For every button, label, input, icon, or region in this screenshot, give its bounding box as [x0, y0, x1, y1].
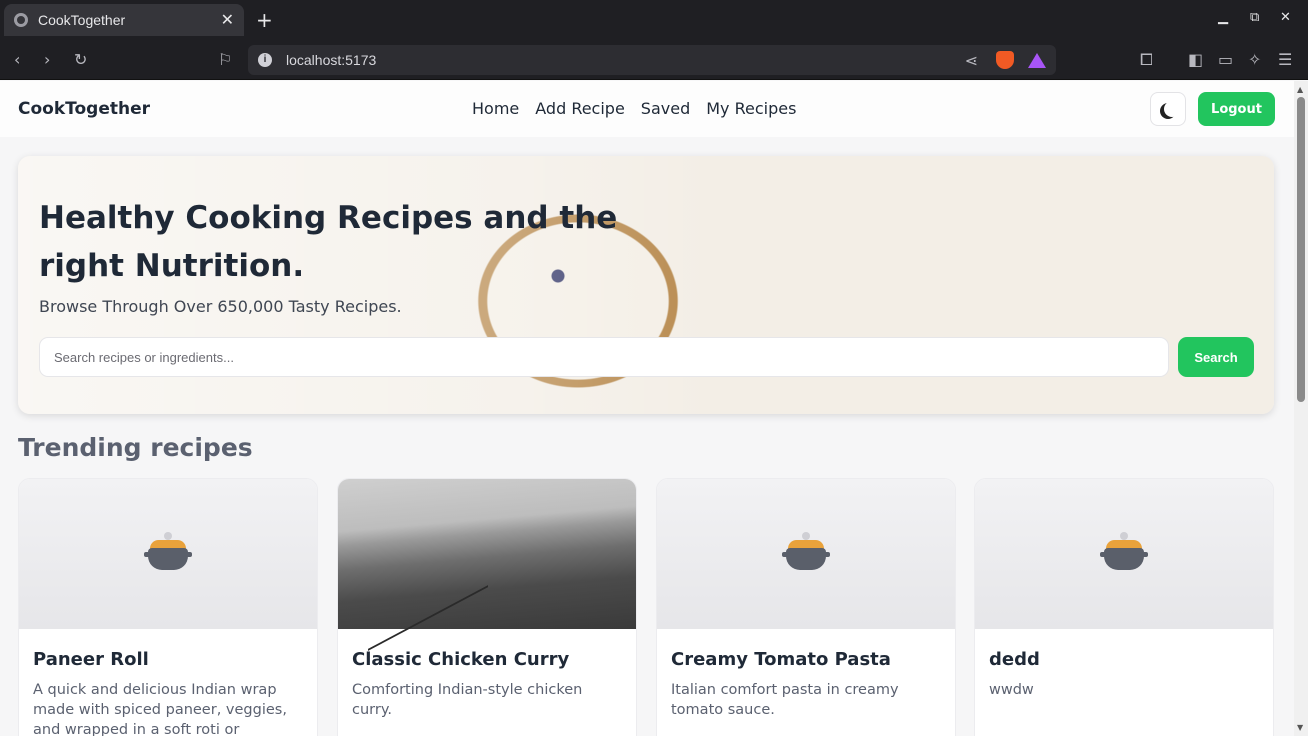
browser-toolbar: ‹ › ↻ ⚐ i localhost:5173 ⋖ ⧠ ◧ ▭ ✧ ☰	[0, 40, 1308, 80]
scrollbar-thumb[interactable]	[1297, 97, 1305, 402]
recipe-card[interactable]: dedd wwdw	[974, 478, 1274, 736]
hero-title: Healthy Cooking Recipes and the right Nu…	[39, 200, 618, 284]
recipe-card[interactable]: Classic Chicken Curry Comforting Indian-…	[337, 478, 637, 736]
recipe-image	[19, 479, 317, 629]
url-text: localhost:5173	[286, 52, 377, 68]
recipe-image	[657, 479, 955, 629]
pot-icon	[1100, 532, 1148, 572]
address-bar[interactable]: i localhost:5173 ⋖	[248, 45, 1056, 75]
recipe-image	[975, 479, 1273, 629]
globe-icon	[14, 13, 28, 27]
recipe-title: dedd	[989, 649, 1040, 670]
recipe-image	[338, 479, 636, 651]
recipe-description: Comforting Indian-style chicken curry.	[352, 682, 583, 718]
recipe-description: wwdw	[989, 682, 1034, 698]
brand-logo[interactable]: CookTogether	[18, 99, 150, 119]
window-close-icon[interactable]: ✕	[1280, 10, 1291, 25]
nav-home[interactable]: Home	[472, 99, 519, 118]
screenshot-icon[interactable]: ⧠	[1140, 50, 1153, 70]
recipe-title: Paneer Roll	[33, 649, 149, 670]
reload-icon[interactable]: ↻	[74, 50, 87, 69]
logout-button[interactable]: Logout	[1198, 92, 1275, 126]
scroll-down-icon[interactable]: ▼	[1297, 723, 1303, 732]
share-icon[interactable]: ⋖	[965, 51, 978, 70]
page-viewport: CookTogether Home Add Recipe Saved My Re…	[0, 81, 1294, 736]
recipe-description: Italian comfort pasta in creamy tomato s…	[671, 682, 899, 718]
recipe-title: Classic Chicken Curry	[352, 649, 570, 670]
nav-links: Home Add Recipe Saved My Recipes	[472, 99, 796, 118]
pot-icon	[782, 532, 830, 572]
site-info-icon[interactable]: i	[258, 53, 272, 67]
nav-saved[interactable]: Saved	[641, 99, 690, 118]
browser-tab-bar: CookTogether ✕ + ▁ ⧉ ✕	[0, 0, 1308, 40]
app-navbar: CookTogether Home Add Recipe Saved My Re…	[0, 81, 1294, 137]
brave-rewards-icon[interactable]	[1028, 52, 1046, 68]
theme-toggle-button[interactable]	[1150, 92, 1186, 126]
page-scrollbar[interactable]: ▲ ▼	[1294, 81, 1308, 736]
hero-subtitle: Browse Through Over 650,000 Tasty Recipe…	[39, 297, 402, 316]
trending-title: Trending recipes	[18, 433, 253, 462]
pot-icon	[144, 532, 192, 572]
nav-my-recipes[interactable]: My Recipes	[706, 99, 796, 118]
recipe-description: A quick and delicious Indian wrap made w…	[33, 682, 287, 736]
leo-ai-icon[interactable]: ✧	[1248, 50, 1261, 69]
minimize-icon[interactable]: ▁	[1218, 10, 1228, 25]
nav-add-recipe[interactable]: Add Recipe	[535, 99, 625, 118]
search-input[interactable]	[39, 337, 1169, 377]
forward-icon[interactable]: ›	[44, 50, 50, 69]
fence-graphic	[368, 527, 488, 651]
moon-icon	[1164, 101, 1180, 117]
recipe-card[interactable]: Paneer Roll A quick and delicious Indian…	[18, 478, 318, 736]
restore-icon[interactable]: ⧉	[1250, 10, 1259, 25]
wallet-icon[interactable]: ▭	[1218, 50, 1233, 69]
tab-title: CookTogether	[38, 12, 126, 28]
new-tab-icon[interactable]: +	[256, 8, 273, 32]
recipe-title: Creamy Tomato Pasta	[671, 649, 891, 670]
sidebar-icon[interactable]: ◧	[1188, 50, 1203, 69]
recipe-card[interactable]: Creamy Tomato Pasta Italian comfort past…	[656, 478, 956, 736]
bookmark-icon[interactable]: ⚐	[218, 50, 232, 69]
hero-banner: Healthy Cooking Recipes and the right Nu…	[18, 156, 1274, 414]
brave-shields-icon[interactable]	[996, 51, 1014, 69]
back-icon[interactable]: ‹	[14, 50, 20, 69]
tab-close-icon[interactable]: ✕	[221, 10, 234, 30]
menu-icon[interactable]: ☰	[1278, 50, 1292, 69]
browser-tab[interactable]: CookTogether ✕	[4, 4, 244, 36]
scroll-up-icon[interactable]: ▲	[1297, 85, 1303, 94]
search-button[interactable]: Search	[1178, 337, 1254, 377]
